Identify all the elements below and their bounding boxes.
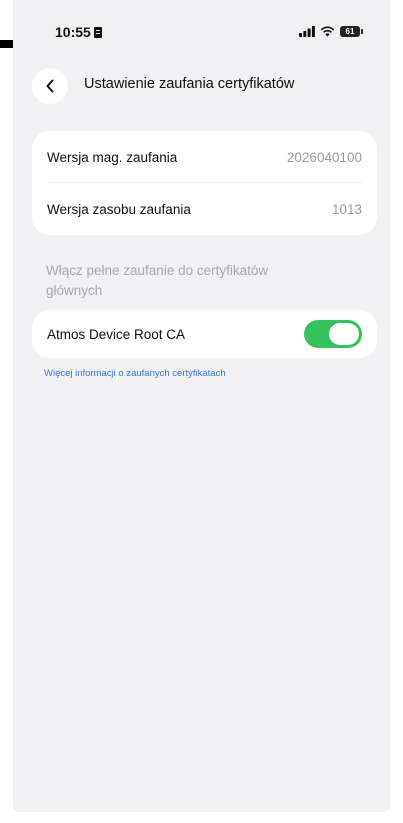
more-info-link[interactable]: Więcej informacji o zaufanych certyfikat… — [44, 368, 226, 379]
chevron-left-icon — [46, 79, 54, 93]
certificate-trust-toggle[interactable] — [304, 320, 362, 348]
sim-card-icon — [93, 26, 102, 38]
status-time-group: 10:55 — [55, 24, 102, 40]
back-button[interactable] — [32, 68, 68, 104]
settings-screen: 10:55 61 Ustawienie zaufania certyfikató… — [13, 0, 390, 812]
certificate-name: Atmos Device Root CA — [47, 326, 186, 342]
trust-store-version-value: 2026040100 — [286, 149, 362, 165]
trust-asset-version-label: Wersja zasobu zaufania — [47, 201, 191, 217]
toggle-knob — [329, 323, 359, 345]
status-icons: 61 — [299, 26, 363, 37]
trust-asset-version-value: 1013 — [331, 201, 362, 217]
page-title: Ustawienie zaufania certyfikatów — [84, 76, 295, 92]
version-info-card: Wersja mag. zaufania 2026040100 Wersja z… — [32, 131, 377, 235]
trust-store-version-label: Wersja mag. zaufania — [47, 149, 178, 165]
battery-icon: 61 — [340, 26, 363, 37]
trust-asset-version-row: Wersja zasobu zaufania 1013 — [32, 183, 377, 235]
section-header: Włącz pełne zaufanie do certyfikatów głó… — [46, 263, 269, 298]
status-time: 10:55 — [55, 24, 91, 40]
edge-marker — [0, 40, 14, 48]
wifi-icon — [320, 26, 335, 37]
status-bar: 10:55 61 — [13, 0, 390, 60]
cellular-signal-icon — [299, 26, 315, 37]
navigation-bar: Ustawienie zaufania certyfikatów — [13, 64, 390, 104]
certificate-row: Atmos Device Root CA — [32, 310, 377, 358]
trust-store-version-row: Wersja mag. zaufania 2026040100 — [32, 131, 377, 183]
root-certificates-card: Atmos Device Root CA — [32, 310, 377, 358]
